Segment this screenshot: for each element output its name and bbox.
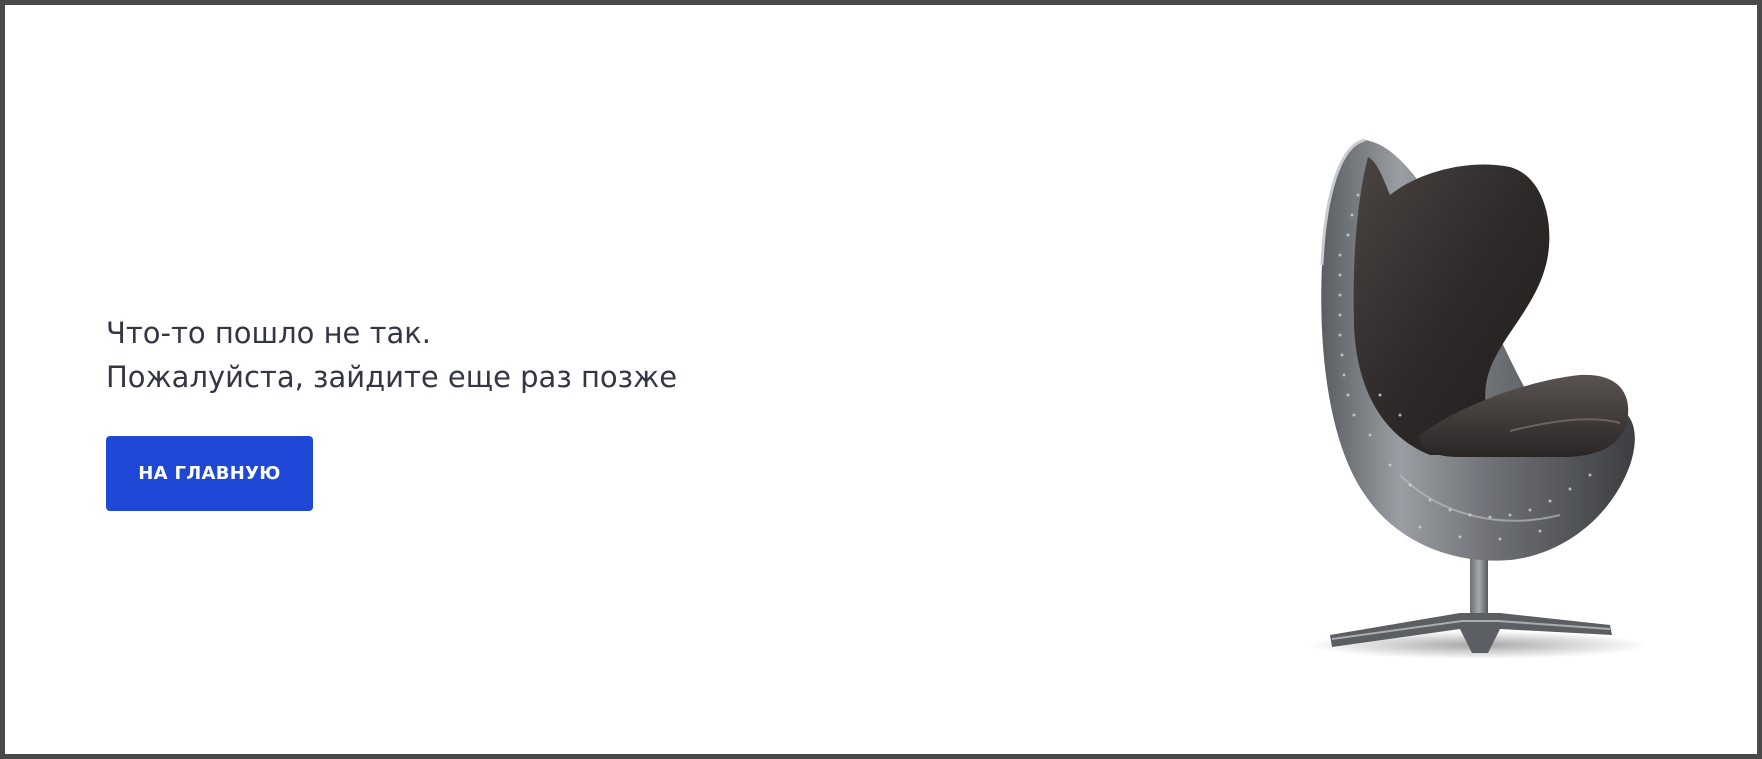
error-subtitle: Пожалуйста, зайдите еще раз позже [106,360,678,394]
page-frame: Что-то пошло не так. Пожалуйста, зайдите… [0,0,1762,759]
egg-chair-illustration [1310,138,1648,659]
error-message: Что-то пошло не так. Пожалуйста, зайдите… [106,311,677,399]
home-button[interactable]: НА ГЛАВНУЮ [106,436,313,511]
error-title: Что-то пошло не так. [106,316,431,350]
